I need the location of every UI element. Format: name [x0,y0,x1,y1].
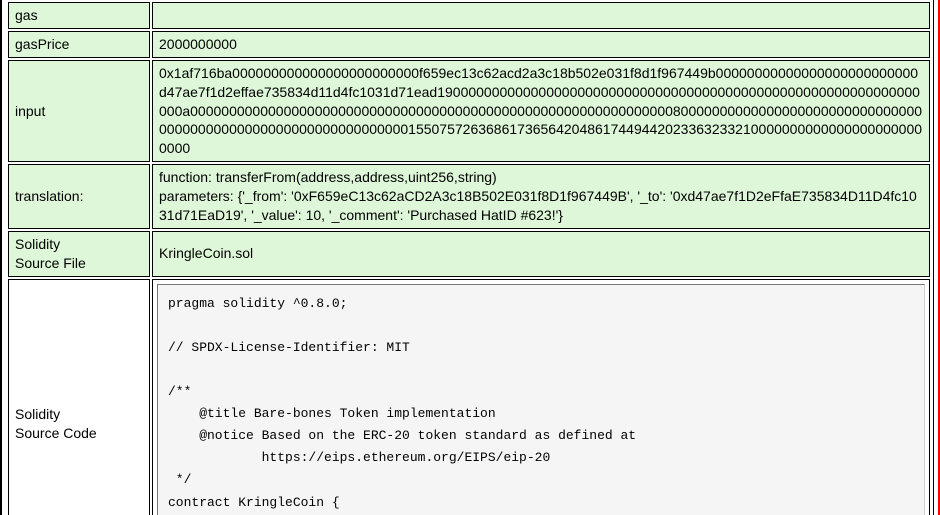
row-gas-label: gas [8,2,150,29]
row-sourcefile-value: KringleCoin.sol [152,231,930,277]
row-input-label: input [8,60,150,162]
source-code-viewer[interactable]: pragma solidity ^0.8.0; // SPDX-License-… [157,284,925,515]
row-sourcecode-label: Solidity Source Code [8,279,150,515]
content-area: gas gasPrice 2000000000 input 0x1af716ba… [2,0,938,515]
row-gasprice-label: gasPrice [8,31,150,58]
transaction-details-panel: gas gasPrice 2000000000 input 0x1af716ba… [0,0,940,515]
row-translation-value: function: transferFrom(address,address,u… [152,164,930,229]
transaction-table: gas gasPrice 2000000000 input 0x1af716ba… [6,0,932,515]
row-gas-value [152,2,930,29]
row-sourcefile-label: Solidity Source File [8,231,150,277]
row-sourcecode-cell: pragma solidity ^0.8.0; // SPDX-License-… [152,279,930,515]
row-input-value: 0x1af716ba000000000000000000000000f659ec… [152,60,930,162]
row-gasprice-value: 2000000000 [152,31,930,58]
row-translation-label: translation: [8,164,150,229]
